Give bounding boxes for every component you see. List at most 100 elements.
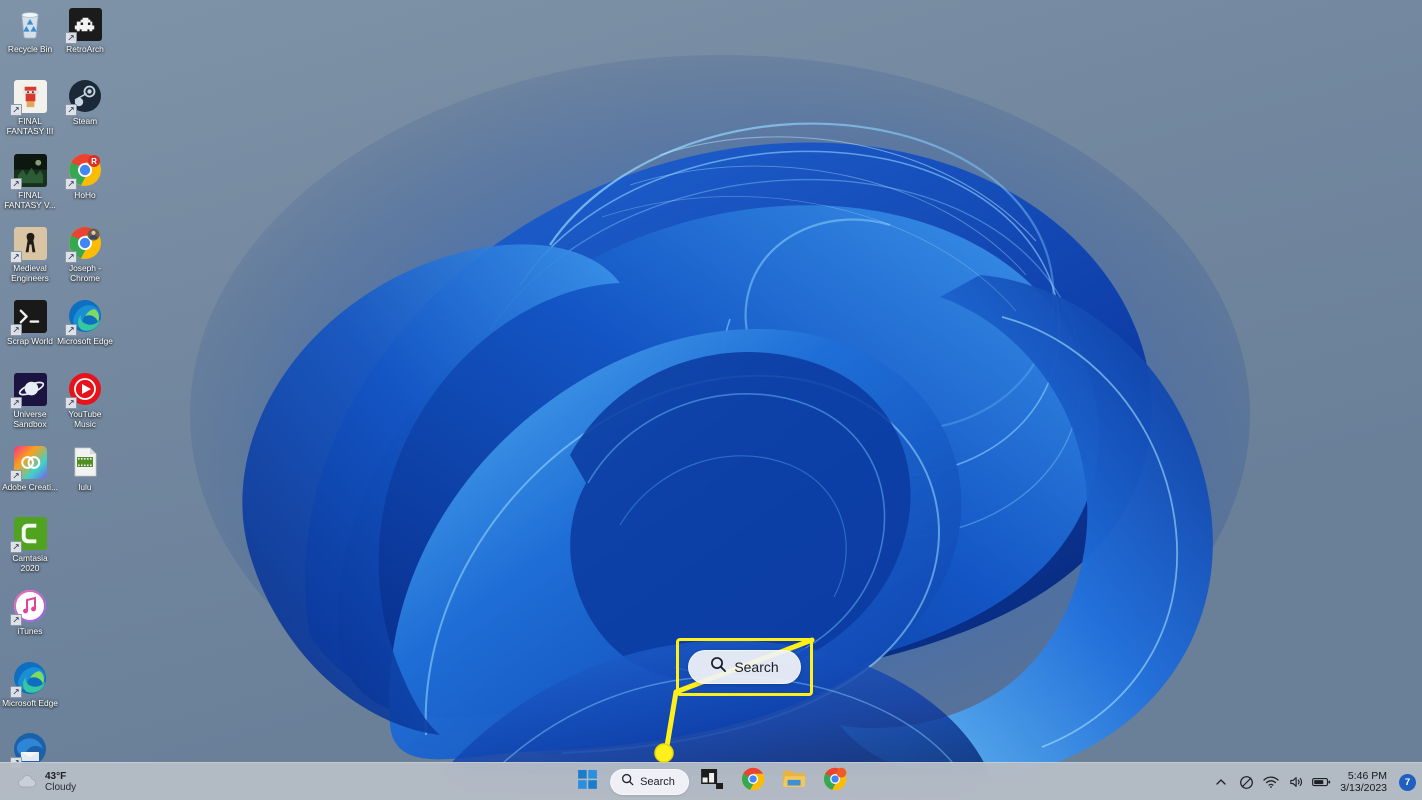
search-icon [621,773,634,791]
desktop-icon-microsoft-edge-1[interactable]: Microsoft Edge [57,298,113,347]
desktop-icon-label: Camtasia 2020 [12,553,48,573]
desktop-icon-label: YouTube Music [68,409,102,429]
retroarch-icon [65,6,103,44]
steam-icon [65,78,103,116]
desktop-icon-label: Universe Sandbox [13,409,47,429]
desktop-icon-label: lulu [78,482,92,492]
desktop-icon-label: iTunes [17,626,43,636]
desktop-icon-medieval-engineers[interactable]: Medieval Engineers [2,225,58,283]
desktop-icon-adobe-creative-cloud[interactable]: Adobe Creati... [2,444,58,493]
desktop-icon-label: Adobe Creati... [2,482,58,492]
shortcut-arrow-icon [10,397,22,409]
desktop-icon-label: RetroArch [66,44,104,54]
desktop-icon-camtasia[interactable]: Camtasia 2020 [2,515,58,573]
desktop-icon-final-fantasy-v[interactable]: FINAL FANTASY V... [2,152,58,210]
medieval-engineers-icon [10,225,48,263]
wifi-icon[interactable] [1260,769,1282,795]
desktop-icon-label: Recycle Bin [7,44,53,54]
weather-temperature: 43°F [45,771,67,782]
chrome-icon [741,767,765,796]
final-fantasy-v-icon [10,152,48,190]
volume-icon[interactable] [1285,769,1307,795]
desktop-wallpaper [0,0,1422,800]
taskbar-app-file-explorer[interactable] [776,765,812,799]
shortcut-arrow-icon [10,614,22,626]
desktop-icon-scrap-world[interactable]: Scrap World [2,298,58,347]
desktop-icon-label: FINAL FANTASY III [6,116,54,136]
shortcut-arrow-icon [65,324,77,336]
shortcut-arrow-icon [10,470,22,482]
shortcut-arrow-icon [10,324,22,336]
film-file-icon [67,444,103,480]
desktop-icon-microsoft-edge-2[interactable]: Microsoft Edge [2,660,58,709]
shortcut-arrow-icon [65,104,77,116]
taskbar-app-task-view[interactable] [694,765,730,799]
desktop-icon-lulu[interactable]: lulu [57,444,113,493]
desktop-icon-label: HoHo [74,190,96,200]
taskbar-app-chrome-secondary[interactable] [817,765,853,799]
desktop-icon-recycle-bin[interactable]: Recycle Bin [2,6,58,55]
taskbar-weather-widget[interactable]: 43°F Cloudy [8,763,84,800]
start-button[interactable] [569,765,605,799]
chrome-profile-icon [65,225,103,263]
chrome-badge-icon [823,767,847,796]
universe-sandbox-icon [10,371,48,409]
taskbar-clock[interactable]: 5:46 PM 3/13/2023 [1335,770,1393,794]
shortcut-arrow-icon [10,178,22,190]
taskview-dark-icon [700,769,723,794]
desktop-icon-label: Microsoft Edge [2,698,58,708]
shortcut-arrow-icon [65,178,77,190]
youtube-music-icon [65,371,103,409]
chrome-shortcut-icon: R [65,152,103,190]
clock-date: 3/13/2023 [1340,782,1387,794]
no-entry-icon[interactable] [1235,769,1257,795]
desktop-icon-label: Steam [72,116,98,126]
shortcut-arrow-icon [65,397,77,409]
chevron-up-icon[interactable] [1210,769,1232,795]
shortcut-arrow-icon [10,251,22,263]
notification-badge[interactable]: 7 [1399,773,1416,791]
svg-text:R: R [91,157,97,166]
adobe-creative-cloud-icon [10,444,48,482]
desktop-icon-youtube-music[interactable]: YouTube Music [57,371,113,429]
weather-condition: Cloudy [45,782,77,793]
system-tray[interactable]: 5:46 PM 3/13/2023 7 [1210,763,1416,800]
clock-time: 5:46 PM [1347,770,1387,782]
terminal-icon [10,298,48,336]
file-explorer-icon [782,768,806,795]
desktop-icon-final-fantasy-iii[interactable]: FINAL FANTASY III [2,78,58,136]
microsoft-edge-icon [10,660,48,698]
windows-logo-icon [577,769,597,794]
shortcut-arrow-icon [10,541,22,553]
taskbar-center-group[interactable]: Search [569,763,853,800]
shortcut-arrow-icon [10,104,22,116]
taskbar-search-box[interactable]: Search [610,768,689,795]
desktop-icon-label: Microsoft Edge [57,336,113,346]
camtasia-icon [10,515,48,553]
desktop-icon-label: FINAL FANTASY V... [4,190,56,210]
taskbar[interactable]: 43°F Cloudy Search 5:46 PM 3/13/2023 7 [0,762,1422,800]
bloom-wallpaper-art [190,35,1250,775]
desktop-icon-steam[interactable]: Steam [57,78,113,127]
cloud-icon [16,773,38,791]
itunes-icon [10,588,48,626]
shortcut-arrow-icon [65,251,77,263]
desktop-icon-grid[interactable]: Recycle Bin RetroArch FI [0,0,120,800]
desktop-icon-hoho[interactable]: R HoHo [57,152,113,201]
final-fantasy-iii-icon [10,78,48,116]
battery-icon[interactable] [1310,769,1332,795]
desktop-icon-itunes[interactable]: iTunes [2,588,58,637]
desktop[interactable]: Recycle Bin RetroArch FI [0,0,1422,800]
desktop-icon-label: Medieval Engineers [11,263,49,283]
microsoft-edge-icon [65,298,103,336]
taskbar-search-label: Search [640,775,675,788]
desktop-icon-label: Scrap World [7,336,53,346]
desktop-icon-universe-sandbox[interactable]: Universe Sandbox [2,371,58,429]
desktop-icon-retroarch[interactable]: RetroArch [57,6,113,55]
shortcut-arrow-icon [65,32,77,44]
shortcut-arrow-icon [10,686,22,698]
desktop-icon-label: Joseph - Chrome [68,263,102,283]
taskbar-app-chrome[interactable] [735,765,771,799]
desktop-icon-joseph-chrome[interactable]: Joseph - Chrome [57,225,113,283]
recycle-bin-icon [12,6,48,42]
